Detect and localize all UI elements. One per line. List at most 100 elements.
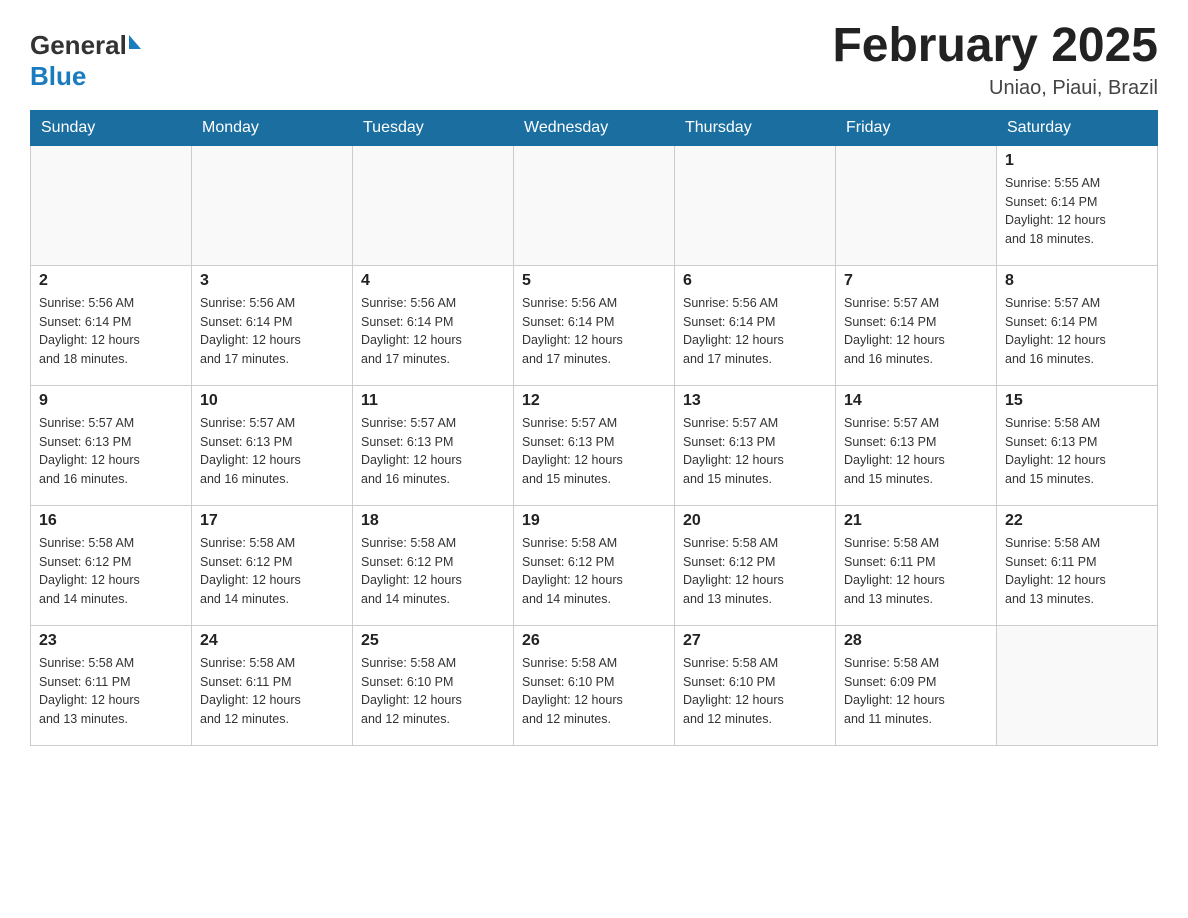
- day-number: 15: [1005, 392, 1149, 410]
- day-number: 10: [200, 392, 344, 410]
- day-number: 20: [683, 512, 827, 530]
- header-day-thursday: Thursday: [675, 110, 836, 145]
- day-number: 8: [1005, 272, 1149, 290]
- calendar-cell: 8 Sunrise: 5:57 AM Sunset: 6:14 PM Daylig…: [997, 265, 1158, 385]
- day-number: 27: [683, 632, 827, 650]
- calendar-cell: [514, 145, 675, 265]
- header-day-wednesday: Wednesday: [514, 110, 675, 145]
- calendar-cell: 16 Sunrise: 5:58 AM Sunset: 6:12 PM Dayli…: [31, 505, 192, 625]
- header-day-monday: Monday: [192, 110, 353, 145]
- calendar-cell: 13 Sunrise: 5:57 AM Sunset: 6:13 PM Dayli…: [675, 385, 836, 505]
- calendar-cell: 7 Sunrise: 5:57 AM Sunset: 6:14 PM Daylig…: [836, 265, 997, 385]
- day-info: Sunrise: 5:58 AM Sunset: 6:11 PM Dayligh…: [200, 654, 344, 729]
- calendar-cell: [192, 145, 353, 265]
- calendar-week-row: 1 Sunrise: 5:55 AM Sunset: 6:14 PM Daylig…: [31, 145, 1158, 265]
- month-title: February 2025: [832, 20, 1158, 73]
- day-info: Sunrise: 5:58 AM Sunset: 6:13 PM Dayligh…: [1005, 414, 1149, 489]
- day-number: 25: [361, 632, 505, 650]
- day-info: Sunrise: 5:58 AM Sunset: 6:12 PM Dayligh…: [200, 534, 344, 609]
- calendar-cell: 25 Sunrise: 5:58 AM Sunset: 6:10 PM Dayli…: [353, 625, 514, 745]
- day-number: 19: [522, 512, 666, 530]
- calendar-cell: 14 Sunrise: 5:57 AM Sunset: 6:13 PM Dayli…: [836, 385, 997, 505]
- calendar-cell: [997, 625, 1158, 745]
- calendar-cell: 17 Sunrise: 5:58 AM Sunset: 6:12 PM Dayli…: [192, 505, 353, 625]
- day-number: 7: [844, 272, 988, 290]
- day-info: Sunrise: 5:56 AM Sunset: 6:14 PM Dayligh…: [361, 294, 505, 369]
- day-info: Sunrise: 5:58 AM Sunset: 6:11 PM Dayligh…: [1005, 534, 1149, 609]
- day-info: Sunrise: 5:58 AM Sunset: 6:11 PM Dayligh…: [844, 534, 988, 609]
- day-number: 2: [39, 272, 183, 290]
- calendar-cell: 3 Sunrise: 5:56 AM Sunset: 6:14 PM Daylig…: [192, 265, 353, 385]
- calendar-week-row: 2 Sunrise: 5:56 AM Sunset: 6:14 PM Daylig…: [31, 265, 1158, 385]
- day-info: Sunrise: 5:58 AM Sunset: 6:12 PM Dayligh…: [39, 534, 183, 609]
- calendar-cell: [836, 145, 997, 265]
- day-number: 4: [361, 272, 505, 290]
- day-info: Sunrise: 5:57 AM Sunset: 6:13 PM Dayligh…: [522, 414, 666, 489]
- calendar-cell: 18 Sunrise: 5:58 AM Sunset: 6:12 PM Dayli…: [353, 505, 514, 625]
- day-info: Sunrise: 5:58 AM Sunset: 6:12 PM Dayligh…: [683, 534, 827, 609]
- day-number: 6: [683, 272, 827, 290]
- calendar-cell: 24 Sunrise: 5:58 AM Sunset: 6:11 PM Dayli…: [192, 625, 353, 745]
- calendar-cell: 6Sunrise: 5:56 AM Sunset: 6:14 PM Daylig…: [675, 265, 836, 385]
- day-info: Sunrise: 5:58 AM Sunset: 6:12 PM Dayligh…: [522, 534, 666, 609]
- calendar-header-row: SundayMondayTuesdayWednesdayThursdayFrid…: [31, 110, 1158, 145]
- day-number: 9: [39, 392, 183, 410]
- day-info: Sunrise: 5:57 AM Sunset: 6:14 PM Dayligh…: [844, 294, 988, 369]
- logo-blue-text: Blue: [30, 61, 86, 92]
- calendar-cell: 9 Sunrise: 5:57 AM Sunset: 6:13 PM Daylig…: [31, 385, 192, 505]
- day-number: 21: [844, 512, 988, 530]
- calendar-cell: 22Sunrise: 5:58 AM Sunset: 6:11 PM Dayli…: [997, 505, 1158, 625]
- day-info: Sunrise: 5:57 AM Sunset: 6:14 PM Dayligh…: [1005, 294, 1149, 369]
- day-number: 24: [200, 632, 344, 650]
- calendar-cell: 5 Sunrise: 5:56 AM Sunset: 6:14 PM Daylig…: [514, 265, 675, 385]
- calendar-cell: 11 Sunrise: 5:57 AM Sunset: 6:13 PM Dayli…: [353, 385, 514, 505]
- header-day-friday: Friday: [836, 110, 997, 145]
- day-number: 1: [1005, 152, 1149, 170]
- day-number: 23: [39, 632, 183, 650]
- calendar-cell: 21 Sunrise: 5:58 AM Sunset: 6:11 PM Dayli…: [836, 505, 997, 625]
- day-number: 18: [361, 512, 505, 530]
- day-number: 16: [39, 512, 183, 530]
- calendar-cell: 12 Sunrise: 5:57 AM Sunset: 6:13 PM Dayli…: [514, 385, 675, 505]
- location-title: Uniao, Piaui, Brazil: [832, 77, 1158, 100]
- day-number: 13: [683, 392, 827, 410]
- calendar-cell: 2 Sunrise: 5:56 AM Sunset: 6:14 PM Daylig…: [31, 265, 192, 385]
- day-info: Sunrise: 5:58 AM Sunset: 6:10 PM Dayligh…: [361, 654, 505, 729]
- day-number: 28: [844, 632, 988, 650]
- day-info: Sunrise: 5:57 AM Sunset: 6:13 PM Dayligh…: [361, 414, 505, 489]
- header-day-saturday: Saturday: [997, 110, 1158, 145]
- calendar-cell: 4 Sunrise: 5:56 AM Sunset: 6:14 PM Daylig…: [353, 265, 514, 385]
- header-day-tuesday: Tuesday: [353, 110, 514, 145]
- day-number: 17: [200, 512, 344, 530]
- day-info: Sunrise: 5:57 AM Sunset: 6:13 PM Dayligh…: [39, 414, 183, 489]
- title-area: February 2025 Uniao, Piaui, Brazil: [832, 20, 1158, 100]
- day-info: Sunrise: 5:57 AM Sunset: 6:13 PM Dayligh…: [683, 414, 827, 489]
- calendar-cell: 20 Sunrise: 5:58 AM Sunset: 6:12 PM Dayli…: [675, 505, 836, 625]
- calendar-cell: [675, 145, 836, 265]
- day-number: 14: [844, 392, 988, 410]
- calendar-cell: [31, 145, 192, 265]
- day-info: Sunrise: 5:55 AM Sunset: 6:14 PM Dayligh…: [1005, 174, 1149, 249]
- day-info: Sunrise: 5:57 AM Sunset: 6:13 PM Dayligh…: [200, 414, 344, 489]
- day-number: 3: [200, 272, 344, 290]
- logo: General Blue: [30, 30, 141, 92]
- day-number: 5: [522, 272, 666, 290]
- logo-triangle-icon: [129, 35, 141, 49]
- day-number: 26: [522, 632, 666, 650]
- header: General Blue February 2025 Uniao, Piaui,…: [30, 20, 1158, 100]
- day-info: Sunrise: 5:56 AM Sunset: 6:14 PM Dayligh…: [200, 294, 344, 369]
- day-number: 12: [522, 392, 666, 410]
- day-info: Sunrise: 5:57 AM Sunset: 6:13 PM Dayligh…: [844, 414, 988, 489]
- calendar-cell: 10 Sunrise: 5:57 AM Sunset: 6:13 PM Dayli…: [192, 385, 353, 505]
- day-info: Sunrise: 5:56 AM Sunset: 6:14 PM Dayligh…: [39, 294, 183, 369]
- day-number: 11: [361, 392, 505, 410]
- calendar-cell: 26Sunrise: 5:58 AM Sunset: 6:10 PM Dayli…: [514, 625, 675, 745]
- calendar-cell: 28Sunrise: 5:58 AM Sunset: 6:09 PM Dayli…: [836, 625, 997, 745]
- day-info: Sunrise: 5:58 AM Sunset: 6:11 PM Dayligh…: [39, 654, 183, 729]
- calendar: SundayMondayTuesdayWednesdayThursdayFrid…: [30, 110, 1158, 746]
- day-info: Sunrise: 5:56 AM Sunset: 6:14 PM Dayligh…: [522, 294, 666, 369]
- calendar-week-row: 9 Sunrise: 5:57 AM Sunset: 6:13 PM Daylig…: [31, 385, 1158, 505]
- calendar-week-row: 16 Sunrise: 5:58 AM Sunset: 6:12 PM Dayli…: [31, 505, 1158, 625]
- calendar-cell: 23 Sunrise: 5:58 AM Sunset: 6:11 PM Dayli…: [31, 625, 192, 745]
- day-info: Sunrise: 5:58 AM Sunset: 6:12 PM Dayligh…: [361, 534, 505, 609]
